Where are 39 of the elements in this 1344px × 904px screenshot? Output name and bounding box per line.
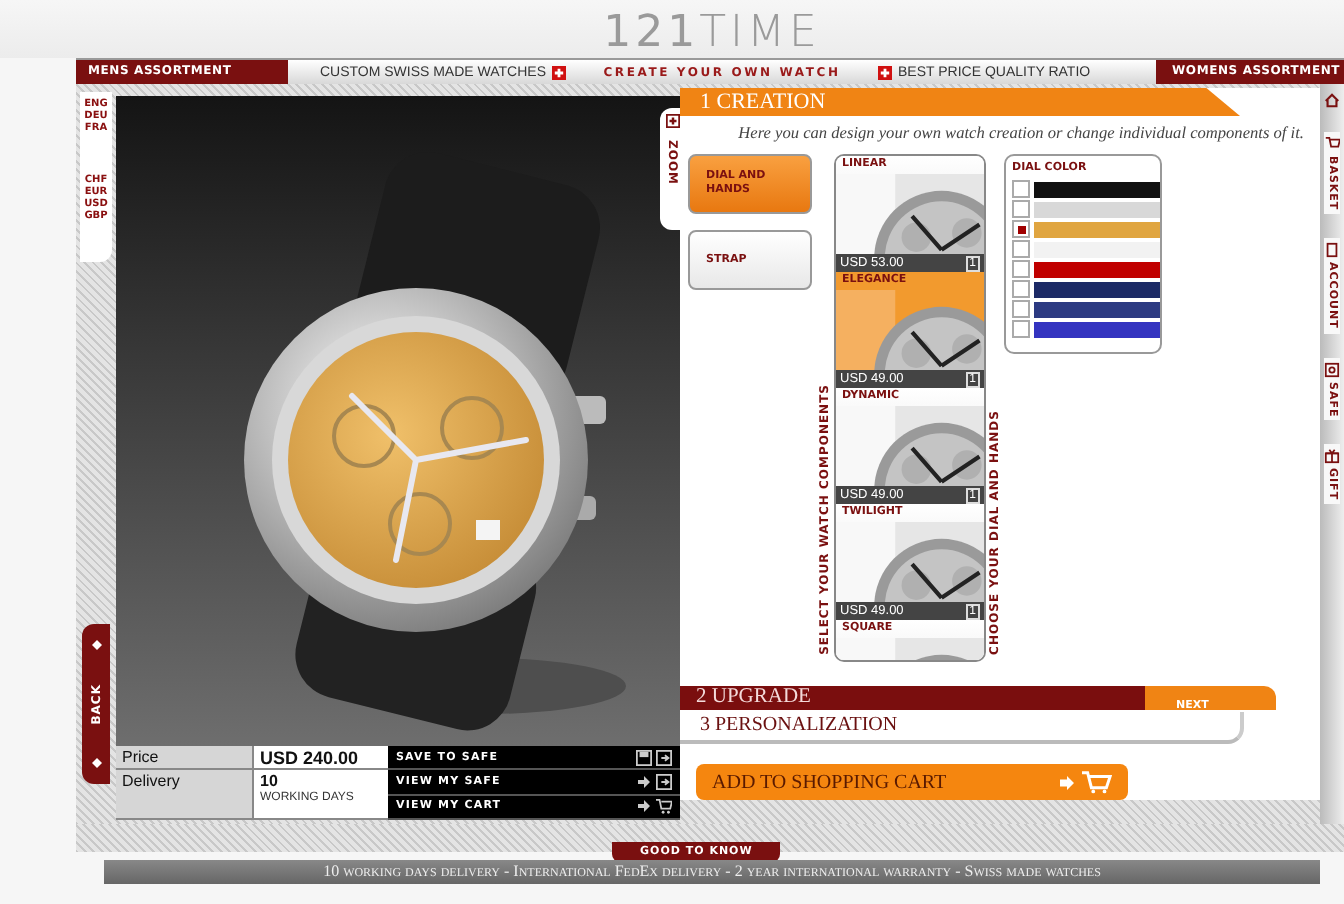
radio-box[interactable] <box>1012 280 1030 298</box>
radio-box[interactable] <box>1012 240 1030 258</box>
delivery-value: 10 <box>260 770 280 791</box>
color-swatch[interactable] <box>1034 261 1160 277</box>
price-value: USD 240.00 <box>252 746 388 770</box>
cart-icon <box>656 798 672 815</box>
radio-box[interactable] <box>1012 220 1030 238</box>
price-label: Price <box>116 746 252 770</box>
radio-box[interactable] <box>1012 200 1030 218</box>
color-swatch[interactable] <box>1034 221 1160 237</box>
color-swatch[interactable] <box>1034 241 1160 257</box>
radio-box[interactable] <box>1012 320 1030 338</box>
color-swatch[interactable] <box>1034 301 1160 317</box>
cart-icon <box>1324 136 1340 152</box>
floppy-icon <box>636 749 652 766</box>
color-swatch[interactable] <box>1034 181 1160 197</box>
diamond-icon <box>91 640 101 651</box>
home-icon[interactable] <box>1324 92 1340 108</box>
diamond-icon <box>91 757 101 768</box>
swiss-cross-icon <box>552 65 566 79</box>
step-header[interactable]: 3 PERSONALIZATION <box>680 712 1244 744</box>
color-swatch[interactable] <box>1034 321 1160 337</box>
delivery-label: Delivery <box>116 770 252 820</box>
add-to-cart-button[interactable]: ADD TO SHOPPING CART <box>696 764 1128 800</box>
card-icon <box>1324 242 1340 259</box>
radio-box[interactable] <box>1012 260 1030 278</box>
cart-icon <box>1082 770 1112 794</box>
intro-text: Here you can design your own watch creation or change individual components of it. <box>736 124 1304 142</box>
radio-box[interactable] <box>1012 180 1030 198</box>
safe-icon <box>1324 361 1340 378</box>
arrow-icon <box>1060 775 1074 789</box>
footer-bar: 10 working days delivery - International FedEx delivery - 2 year international warranty - Swiss made watches <box>104 860 1320 884</box>
color-swatch[interactable] <box>1034 201 1160 217</box>
door-icon <box>656 749 672 766</box>
door-icon <box>656 773 672 790</box>
gift-icon <box>1324 448 1340 465</box>
color-swatch[interactable] <box>1034 281 1160 297</box>
swiss-cross-icon <box>878 65 892 79</box>
radio-box[interactable] <box>1012 300 1030 318</box>
